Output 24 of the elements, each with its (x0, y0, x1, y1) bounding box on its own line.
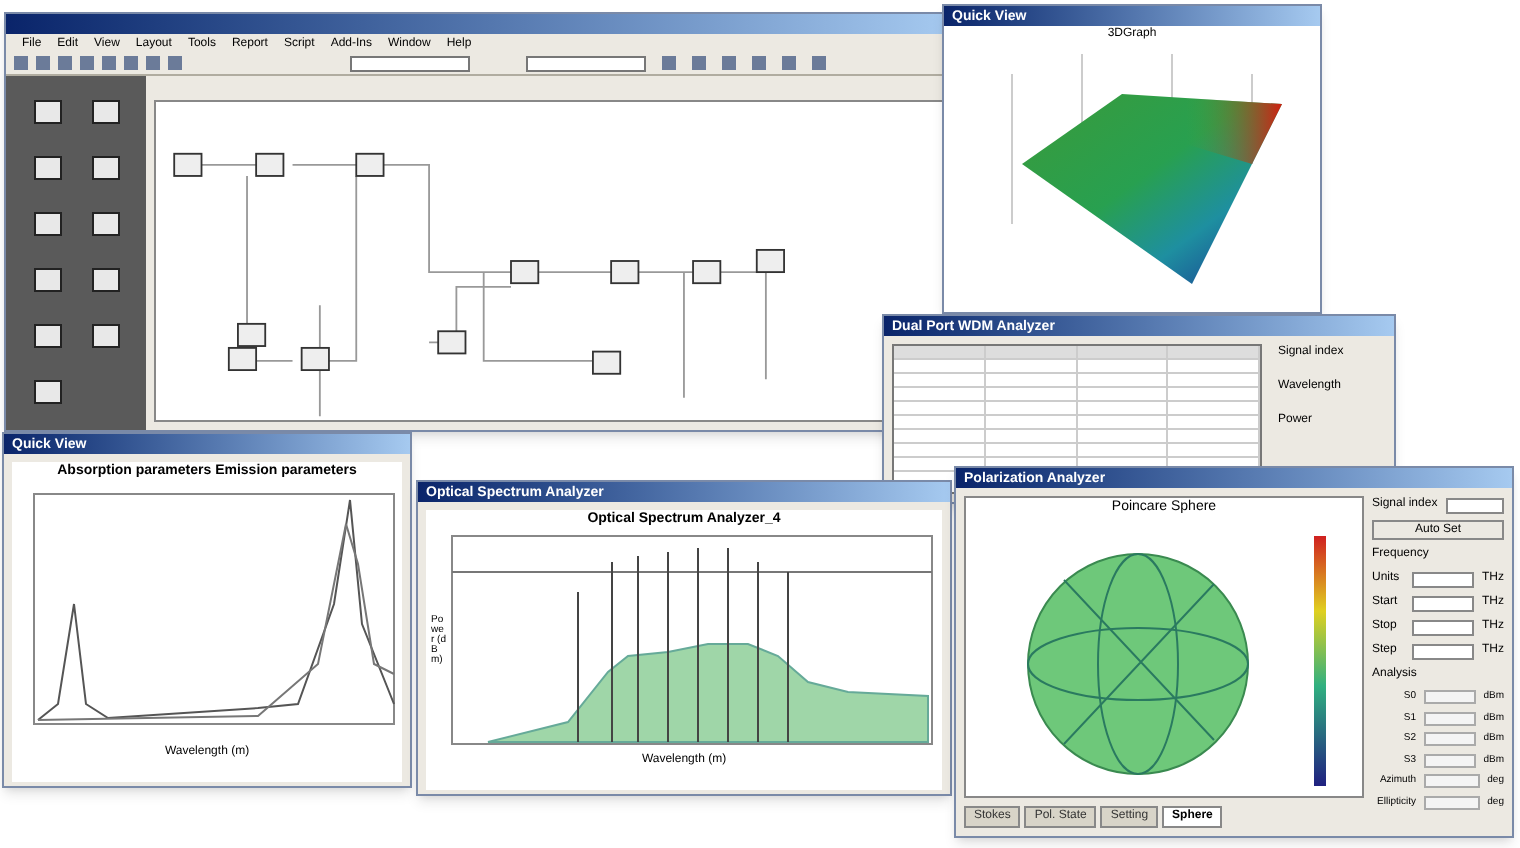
component-icon[interactable] (91, 324, 119, 348)
sweep-dropdown[interactable] (526, 55, 646, 71)
input-field[interactable] (1412, 571, 1474, 587)
component-icon[interactable] (91, 100, 119, 124)
input-field[interactable] (1412, 595, 1474, 611)
component-icon[interactable] (91, 268, 119, 292)
readout-field (1424, 795, 1480, 810)
layout-dropdown[interactable] (350, 55, 470, 71)
signal-index-field[interactable] (1445, 497, 1504, 513)
readout-field (1424, 753, 1476, 768)
component-icon[interactable] (33, 324, 61, 348)
component-icon[interactable] (33, 380, 61, 404)
component-icon[interactable] (33, 100, 61, 124)
component-icon[interactable] (91, 156, 119, 180)
component-icon[interactable] (33, 212, 61, 236)
component-icon[interactable] (91, 212, 119, 236)
component-icon[interactable] (33, 156, 61, 180)
input-field[interactable] (1412, 643, 1474, 659)
input-field[interactable] (1412, 619, 1474, 635)
readout-field (1424, 690, 1476, 705)
readout-field (1424, 732, 1476, 747)
component-icon[interactable] (33, 268, 61, 292)
readout-field (1424, 711, 1476, 726)
readout-field (1424, 774, 1480, 789)
